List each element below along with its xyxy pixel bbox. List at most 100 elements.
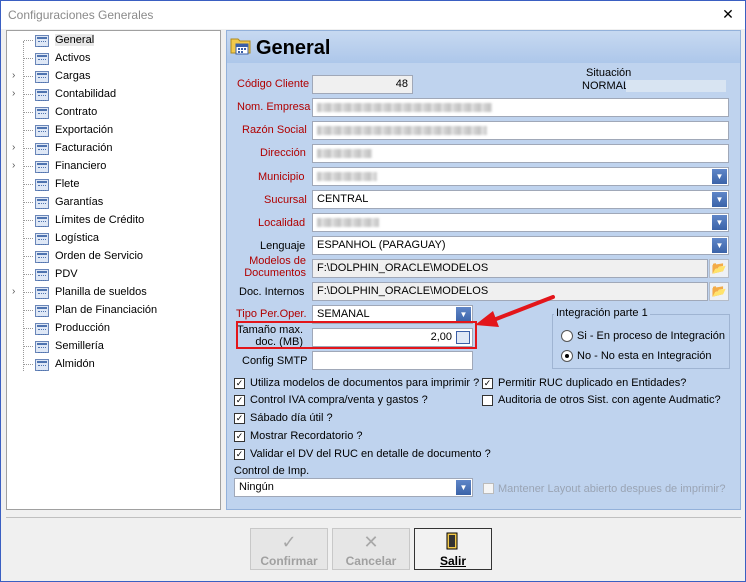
settings-grid-icon <box>35 305 49 317</box>
settings-grid-icon <box>35 341 49 353</box>
sidebar-item-l-mites-de-cr-dito[interactable]: Límites de Crédito <box>7 212 217 230</box>
situacion-blurred-field <box>626 80 726 92</box>
radio-si[interactable] <box>561 330 573 342</box>
chevron-right-icon[interactable]: › <box>12 88 15 99</box>
sidebar-item-pdv[interactable]: PDV <box>7 266 217 284</box>
sidebar-item-label: Planilla de sueldos <box>55 286 147 298</box>
option-checkbox[interactable]: ✓ <box>234 395 245 406</box>
nom-empresa-label: Nom. Empresa <box>237 101 311 113</box>
modelos-path-field[interactable]: F:\DOLPHIN_ORACLE\MODELOS <box>312 259 708 278</box>
tree-connector <box>24 202 33 203</box>
sidebar-item-producci-n[interactable]: Producción <box>7 320 217 338</box>
open-folder-button[interactable]: 📂 <box>709 282 729 301</box>
chevron-right-icon[interactable]: › <box>12 286 15 297</box>
option-checkbox[interactable]: ✓ <box>234 449 245 460</box>
sidebar-item-semiller-a[interactable]: Semillería <box>7 338 217 356</box>
option-checkbox-label: Sábado día útil ? <box>250 412 333 424</box>
sidebar-item-label: Límites de Crédito <box>55 214 145 226</box>
option-checkbox[interactable]: ✓ <box>234 413 245 424</box>
sidebar-item-planilla-de-sueldos[interactable]: › Planilla de sueldos <box>7 284 217 302</box>
open-folder-button[interactable]: 📂 <box>709 259 729 278</box>
option-checkbox-label: Validar el DV del RUC en detalle de docu… <box>250 448 491 460</box>
tree-connector <box>24 130 33 131</box>
sidebar-item-label: Financiero <box>55 160 107 172</box>
chevron-down-icon[interactable]: ▼ <box>712 169 727 184</box>
settings-grid-icon <box>35 179 49 191</box>
localidad-select[interactable]: ▼ <box>312 213 729 232</box>
codigo-cliente-field[interactable]: 48 <box>312 75 413 94</box>
confirmar-button[interactable]: ✓ Confirmar <box>250 528 328 570</box>
settings-tree: General Activos › Cargas › Contabilidad Contra… <box>6 30 221 510</box>
tree-connector <box>24 94 33 95</box>
option-checkbox[interactable]: ✓ <box>234 431 245 442</box>
sidebar-item-plan-de-financiaci-n[interactable]: Plan de Financiación <box>7 302 217 320</box>
municipio-select[interactable]: ▼ <box>312 167 729 186</box>
modelos-label-2: Documentos <box>244 267 306 279</box>
cancelar-button[interactable]: ✕ Cancelar <box>332 528 410 570</box>
option-checkbox[interactable]: ✓ <box>482 378 493 389</box>
chevron-right-icon[interactable]: › <box>12 70 15 81</box>
chevron-down-icon[interactable]: ▼ <box>456 307 471 322</box>
tree-connector <box>24 256 33 257</box>
nom-empresa-field[interactable] <box>312 98 729 117</box>
sidebar-item-label: Facturación <box>55 142 113 154</box>
panel-title: General <box>256 37 331 59</box>
config-smtp-label: Config SMTP <box>242 355 308 367</box>
sidebar-item-financiero[interactable]: › Financiero <box>7 158 217 176</box>
sidebar-item-cargas[interactable]: › Cargas <box>7 68 217 86</box>
radio-no-label: No - No esta en Integración <box>577 350 712 362</box>
salir-button[interactable]: Salir <box>414 528 492 570</box>
control-imp-select[interactable]: Ningún ▼ <box>234 478 473 497</box>
checkmark-icon: ✓ <box>281 532 297 552</box>
option-checkbox-label: Permitir RUC duplicado en Entidades? <box>498 377 687 389</box>
sidebar-item-label: Plan de Financiación <box>55 304 158 316</box>
sidebar-item-facturaci-n[interactable]: › Facturación <box>7 140 217 158</box>
mantener-layout-checkbox[interactable] <box>483 483 494 494</box>
sidebar-item-label: Contrato <box>55 106 98 118</box>
sidebar-item-almid-n[interactable]: Almidón <box>7 356 217 374</box>
sucursal-select[interactable]: CENTRAL ▼ <box>312 190 729 209</box>
sidebar-item-general[interactable]: General <box>7 32 217 50</box>
sidebar-item-garant-as[interactable]: Garantías <box>7 194 217 212</box>
radio-si-label: Si - En proceso de Integración <box>577 330 725 342</box>
window-title: Configuraciones Generales <box>8 8 154 22</box>
sidebar-item-orden-de-servicio[interactable]: Orden de Servicio <box>7 248 217 266</box>
sucursal-value: CENTRAL <box>317 193 369 205</box>
sidebar-item-label: Garantías <box>55 196 104 208</box>
config-smtp-field[interactable] <box>312 351 473 370</box>
chevron-down-icon[interactable]: ▼ <box>456 480 471 495</box>
chevron-down-icon[interactable]: ▼ <box>712 238 727 253</box>
sidebar-item-label: Orden de Servicio <box>55 250 144 262</box>
tree-connector <box>24 238 33 239</box>
radio-no[interactable] <box>561 350 573 362</box>
sidebar-item-activos[interactable]: Activos <box>7 50 217 68</box>
municipio-label: Municipio <box>258 171 305 183</box>
sidebar-item-contrato[interactable]: Contrato <box>7 104 217 122</box>
sucursal-label: Sucursal <box>264 194 307 206</box>
lenguaje-select[interactable]: ESPANHOL (PARAGUAY) ▼ <box>312 236 729 255</box>
chevron-right-icon[interactable]: › <box>12 142 15 153</box>
settings-grid-icon <box>35 233 49 245</box>
direccion-label: Dirección <box>260 147 306 159</box>
sidebar-item-log-stica[interactable]: Logística <box>7 230 217 248</box>
sidebar-item-contabilidad[interactable]: › Contabilidad <box>7 86 217 104</box>
tree-connector <box>24 328 33 329</box>
chevron-down-icon[interactable]: ▼ <box>712 192 727 207</box>
option-checkbox-label: Mostrar Recordatorio ? <box>250 430 363 442</box>
chevron-right-icon[interactable]: › <box>12 160 15 171</box>
settings-grid-icon <box>35 323 49 335</box>
chevron-down-icon[interactable]: ▼ <box>712 215 727 230</box>
razon-social-field[interactable] <box>312 121 729 140</box>
direccion-field[interactable] <box>312 144 729 163</box>
tree-connector <box>24 292 33 293</box>
option-checkbox[interactable]: ✓ <box>234 378 245 389</box>
tree-connector <box>24 364 33 365</box>
tree-connector <box>24 112 33 113</box>
sidebar-item-label: Exportación <box>55 124 114 136</box>
option-checkbox[interactable] <box>482 395 493 406</box>
sidebar-item-flete[interactable]: Flete <box>7 176 217 194</box>
sidebar-item-exportaci-n[interactable]: Exportación <box>7 122 217 140</box>
close-button[interactable]: ✕ <box>719 5 737 23</box>
tree-connector <box>24 40 33 41</box>
tree-connector <box>24 148 33 149</box>
